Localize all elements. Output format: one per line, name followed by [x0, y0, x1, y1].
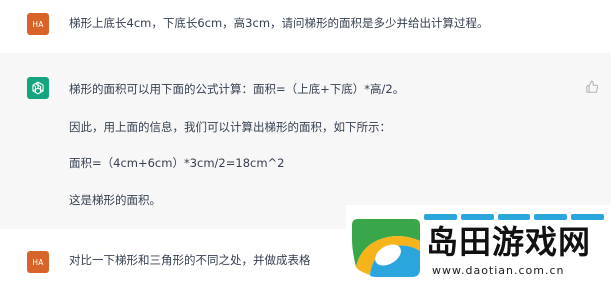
user-avatar: HA	[27, 13, 49, 35]
openai-logo-icon	[27, 77, 49, 99]
watermark-url: www.daotian.com.cn	[432, 264, 565, 277]
thumbs-up-icon[interactable]	[585, 79, 599, 93]
daotian-logo-icon	[348, 211, 424, 283]
assistant-message-row: 梯形的面积可以用下面的公式计算：面积=（上底+下底）*高/2。 因此，用上面的信…	[0, 53, 611, 229]
assistant-paragraph: 面积=（4cm+6cm）*3cm/2=18cm^2	[69, 156, 285, 170]
assistant-paragraph: 因此，用上面的信息，我们可以计算出梯形的面积，如下所示：	[69, 120, 391, 134]
watermark: 岛田游戏网 www.daotian.com.cn	[346, 205, 611, 286]
assistant-paragraph: 这是梯形的面积。	[69, 193, 161, 207]
user-message-text: 对比一下梯形和三角形的不同之处，并做成表格	[69, 253, 311, 267]
user-avatar: HA	[27, 251, 49, 273]
assistant-paragraph: 梯形的面积可以用下面的公式计算：面积=（上底+下底）*高/2。	[69, 82, 405, 96]
user-message-text: 梯形上底长4cm，下底长6cm，高3cm，请问梯形的面积是多少并给出计算过程。	[69, 16, 489, 30]
user-message-row: HA 梯形上底长4cm，下底长6cm，高3cm，请问梯形的面积是多少并给出计算过…	[0, 0, 611, 53]
watermark-title: 岛田游戏网	[426, 223, 592, 261]
watermark-stripes	[424, 214, 604, 220]
